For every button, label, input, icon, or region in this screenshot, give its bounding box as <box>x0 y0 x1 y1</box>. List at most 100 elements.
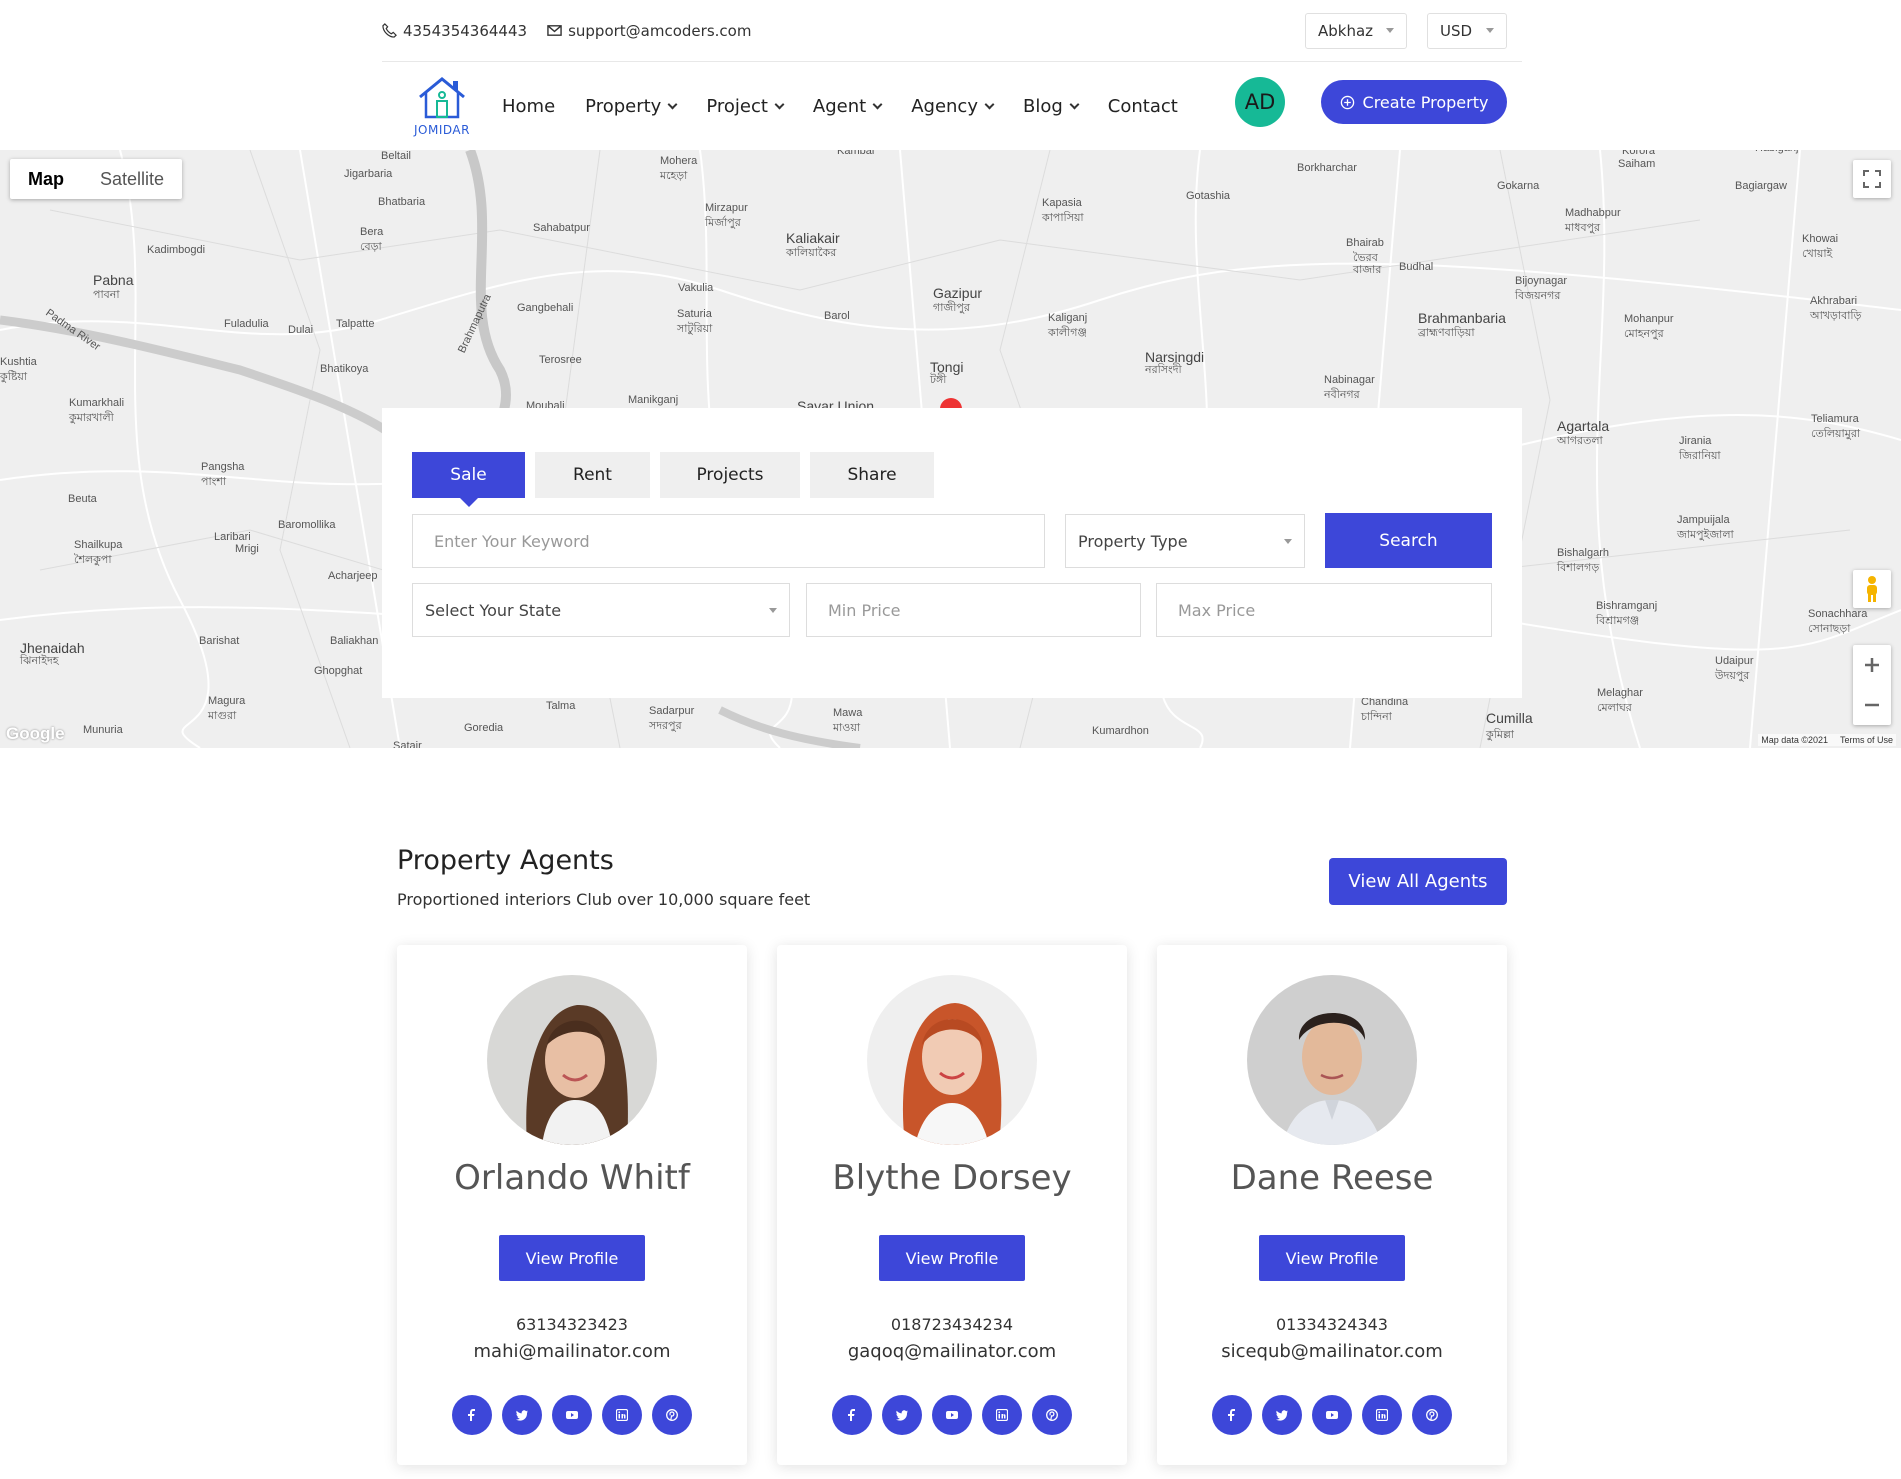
user-avatar[interactable]: AD <box>1235 77 1285 127</box>
caret-down-icon <box>1486 28 1494 33</box>
map-type-map[interactable]: Map <box>10 159 82 199</box>
map-place-label: Gokarna <box>1497 180 1540 192</box>
nav-item-home[interactable]: Home <box>502 96 555 117</box>
map-place-label: গাজীপুর <box>933 302 970 314</box>
map-place-label: বিশ্রামগঞ্জ <box>1596 615 1640 627</box>
nav-item-label: Agency <box>911 95 978 117</box>
map-place-label: Bagiargaw <box>1735 180 1787 192</box>
map-place-label: Mawa <box>833 707 863 719</box>
state-select[interactable]: Select Your State <box>412 583 790 637</box>
agent-card: Orlando Whitf View Profile 63134323423 mahi… <box>397 945 747 1465</box>
phone-icon <box>382 23 397 38</box>
search-button[interactable]: Search <box>1325 513 1492 568</box>
nav-item-agency[interactable]: Agency <box>911 95 995 117</box>
max-price-input[interactable]: Max Price <box>1156 583 1492 637</box>
phone-number: 4354354364443 <box>403 21 528 40</box>
social-facebook-button[interactable] <box>452 1395 492 1435</box>
view-profile-button[interactable]: View Profile <box>499 1235 645 1281</box>
caret-down-icon <box>1284 538 1292 544</box>
chevron-down-icon <box>774 99 785 109</box>
zoom-out-button[interactable] <box>1864 685 1880 725</box>
min-price-input[interactable]: Min Price <box>806 583 1141 637</box>
map-place-label: ব্রাহ্মণবাড়িয়া <box>1418 327 1475 339</box>
agent-photo-svg <box>1247 975 1417 1145</box>
language-select[interactable]: Abkhaz <box>1305 12 1407 49</box>
fullscreen-button[interactable] <box>1853 160 1891 198</box>
pinterest-icon <box>1046 1409 1058 1421</box>
agent-name: Blythe Dorsey <box>832 1158 1072 1198</box>
map-place-label: Udaipur <box>1715 655 1754 667</box>
tab-sale[interactable]: Sale <box>412 452 525 498</box>
tab-projects[interactable]: Projects <box>660 452 800 498</box>
agent-name: Dane Reese <box>1230 1158 1434 1198</box>
nav-item-project[interactable]: Project <box>706 96 785 117</box>
linkedin-icon <box>996 1409 1008 1421</box>
social-pinterest-button[interactable] <box>1032 1395 1072 1435</box>
agent-phone: 01334324343 <box>1276 1315 1388 1334</box>
fullscreen-icon <box>1863 170 1881 188</box>
terms-link[interactable]: Terms of Use <box>1840 735 1893 745</box>
map-place-label: Saturia <box>677 308 712 320</box>
nav-item-contact[interactable]: Contact <box>1108 96 1178 117</box>
social-youtube-button[interactable] <box>1312 1395 1352 1435</box>
tab-rent[interactable]: Rent <box>535 452 650 498</box>
map-place-label: Korora <box>1622 150 1656 157</box>
nav-item-agent[interactable]: Agent <box>813 96 883 117</box>
social-pinterest-button[interactable] <box>1412 1395 1452 1435</box>
map-place-label: উদয়পুর <box>1715 670 1750 682</box>
property-type-select[interactable]: Property Type <box>1065 514 1305 568</box>
social-twitter-button[interactable] <box>1262 1395 1302 1435</box>
street-view-pegman[interactable] <box>1853 570 1891 608</box>
nav-item-label: Home <box>502 95 556 117</box>
search-tabs: Sale Rent Projects Share <box>412 452 934 498</box>
map-place-label: মির্জাপুর <box>705 217 741 229</box>
social-facebook-button[interactable] <box>1212 1395 1252 1435</box>
view-profile-button[interactable]: View Profile <box>879 1235 1025 1281</box>
map-place-label: খোয়াই <box>1802 248 1833 260</box>
pegman-icon <box>1867 576 1877 602</box>
create-property-button[interactable]: Create Property <box>1321 80 1507 124</box>
map-place-label: সাটুরিয়া <box>677 323 713 335</box>
social-linkedin-button[interactable] <box>1362 1395 1402 1435</box>
keyword-input[interactable]: Enter Your Keyword <box>412 514 1045 568</box>
social-linkedin-button[interactable] <box>982 1395 1022 1435</box>
map-type-satellite[interactable]: Satellite <box>82 159 182 199</box>
social-youtube-button[interactable] <box>552 1395 592 1435</box>
view-profile-button[interactable]: View Profile <box>1259 1235 1405 1281</box>
map-place-label: Kumarkhali <box>69 397 125 409</box>
twitter-icon <box>516 1410 528 1421</box>
plus-circle-icon <box>1340 95 1354 109</box>
map-place-label: পাংশা <box>201 476 227 488</box>
social-linkedin-button[interactable] <box>602 1395 642 1435</box>
map-place-label: নবীনগর <box>1324 389 1360 401</box>
nav-item-property[interactable]: Property <box>585 96 678 117</box>
zoom-in-button[interactable] <box>1864 645 1880 685</box>
map-type-toggle: Map Satellite <box>10 159 183 199</box>
map-place-label: Kambai <box>837 150 875 157</box>
map-place-label: আখড়াবাড়ি <box>1810 310 1862 322</box>
agent-email[interactable]: mahi@mailinator.com <box>397 1341 747 1362</box>
map-place-label: Borkharchar <box>1297 162 1357 174</box>
map-place-label: Teliamura <box>1811 413 1859 425</box>
social-facebook-button[interactable] <box>832 1395 872 1435</box>
currency-select[interactable]: USD <box>1427 12 1507 49</box>
phone-contact[interactable]: 4354354364443 <box>382 22 527 40</box>
map-place-label: Bhatikoya <box>320 363 369 375</box>
agent-email[interactable]: sicequb@mailinator.com <box>1157 1341 1507 1362</box>
map-place-label: বাজার <box>1353 264 1382 276</box>
social-youtube-button[interactable] <box>932 1395 972 1435</box>
social-twitter-button[interactable] <box>502 1395 542 1435</box>
social-twitter-button[interactable] <box>882 1395 922 1435</box>
agent-email[interactable]: gaqoq@mailinator.com <box>777 1341 1127 1362</box>
nav-item-blog[interactable]: Blog <box>1023 96 1080 117</box>
map-place-label: Bishalgarh <box>1557 547 1609 559</box>
nav-item-label: Contact <box>1107 95 1178 117</box>
map-place-label: Pangsha <box>201 461 245 473</box>
site-logo[interactable]: JOMIDAR <box>392 75 492 137</box>
youtube-icon <box>946 1411 958 1419</box>
social-pinterest-button[interactable] <box>652 1395 692 1435</box>
email-contact[interactable]: support@amcoders.com <box>547 22 751 40</box>
tab-share[interactable]: Share <box>810 452 934 498</box>
map-place-label: Barishat <box>199 635 240 647</box>
view-all-agents-button[interactable]: View All Agents <box>1329 858 1507 905</box>
